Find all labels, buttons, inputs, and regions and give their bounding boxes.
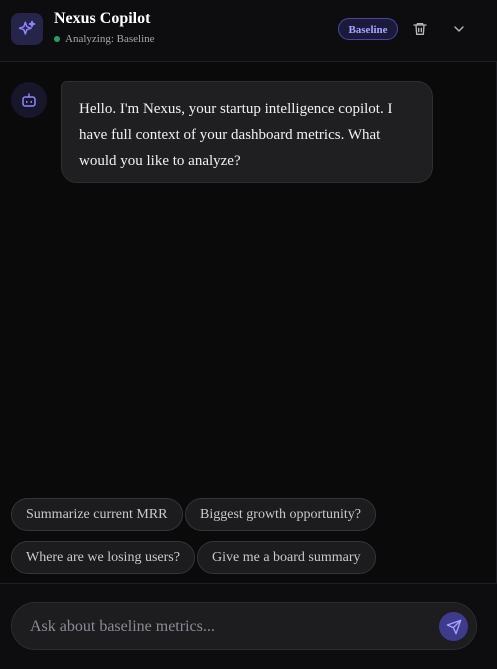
trash-icon: [413, 23, 427, 35]
scenario-badge: Baseline: [338, 18, 398, 40]
copilot-panel: Nexus Copilot Analyzing: Baseline Baseli…: [0, 0, 497, 669]
sparkles-icon: [11, 13, 43, 45]
assistant-message: Hello. I'm Nexus, your startup intellige…: [61, 81, 433, 183]
panel-title: Nexus Copilot: [54, 10, 151, 27]
suggestion-chip[interactable]: Biggest growth opportunity?: [185, 498, 376, 531]
suggestion-chip[interactable]: Summarize current MRR: [11, 498, 183, 531]
message-input[interactable]: [28, 611, 432, 643]
send-button[interactable]: [439, 612, 468, 641]
chevron-down-icon: [454, 26, 464, 32]
status-dot-icon: [54, 36, 60, 42]
message-composer: [11, 602, 477, 650]
suggestion-chip[interactable]: Where are we losing users?: [11, 541, 195, 574]
clear-chat-button[interactable]: [408, 17, 432, 41]
analysis-status-text: Analyzing: Baseline: [65, 33, 155, 45]
bot-icon: [22, 93, 36, 107]
collapse-button[interactable]: [447, 17, 471, 41]
bot-avatar: [11, 82, 47, 118]
suggestion-chip[interactable]: Give me a board summary: [197, 541, 376, 574]
copilot-header: Nexus Copilot Analyzing: Baseline Baseli…: [0, 0, 497, 62]
send-icon: [446, 619, 461, 634]
analysis-status: Analyzing: Baseline: [54, 33, 155, 45]
